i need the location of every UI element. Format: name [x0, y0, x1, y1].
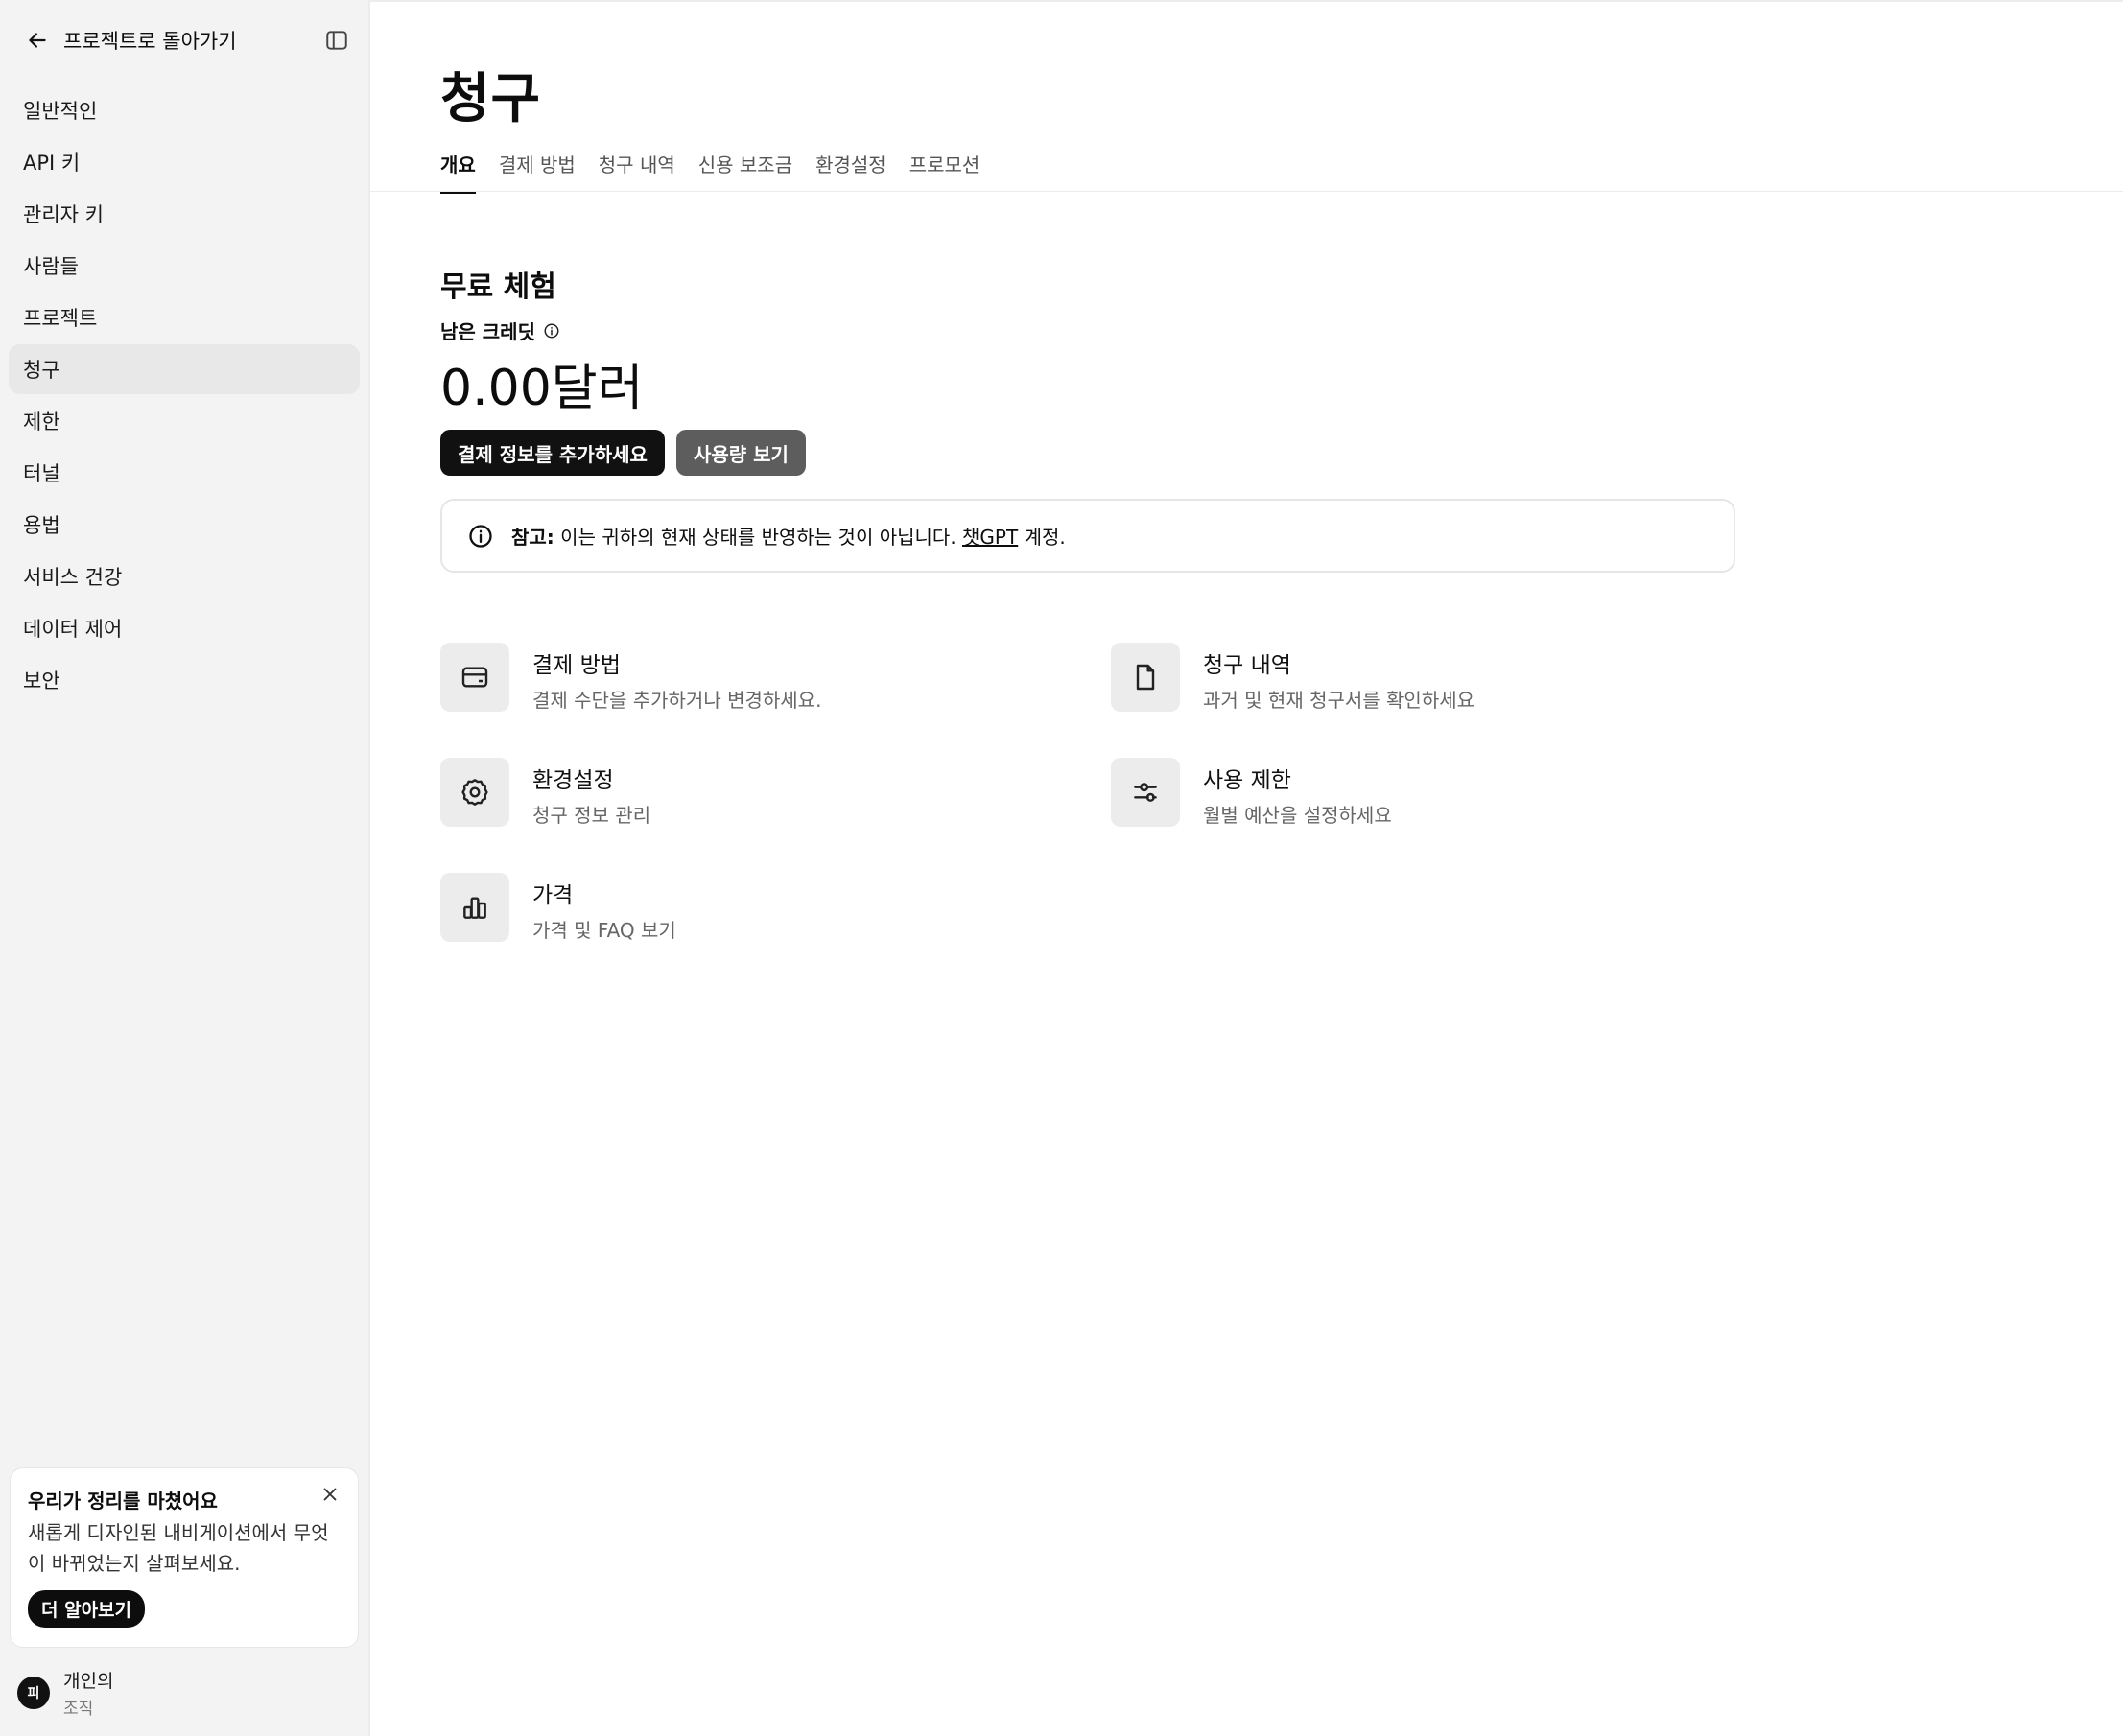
- card-desc: 월별 예산을 설정하세요: [1203, 804, 1392, 827]
- close-icon: [323, 1488, 337, 1501]
- organization-switcher[interactable]: 피 개인의 조직: [17, 1667, 113, 1719]
- sidebar-item-security[interactable]: 보안: [9, 655, 360, 705]
- notice-bold: 참고:: [511, 526, 554, 549]
- view-usage-button[interactable]: 사용량 보기: [675, 430, 806, 476]
- collapse-sidebar-button[interactable]: [322, 26, 351, 55]
- card-desc: 과거 및 현재 청구서를 확인하세요: [1203, 689, 1475, 712]
- card-desc: 가격 및 FAQ 보기: [532, 919, 676, 942]
- avatar: 피: [17, 1677, 50, 1709]
- card-icon-wrap: [440, 643, 509, 712]
- card-billing-history[interactable]: 청구 내역 과거 및 현재 청구서를 확인하세요: [1111, 643, 1474, 713]
- tab-credit-grants[interactable]: 신용 보조금: [698, 150, 792, 194]
- learn-more-button[interactable]: 더 알아보기: [28, 1590, 146, 1628]
- bar-chart-icon: [463, 897, 486, 919]
- add-payment-details-button[interactable]: 결제 정보를 추가하세요: [440, 430, 665, 476]
- page-title: 청구: [440, 68, 542, 130]
- card-preferences[interactable]: 환경설정 청구 정보 관리: [440, 758, 650, 828]
- sidebar: 프로젝트로 돌아가기 일반적인 API 키 관리자 키 사람들 프로젝트 청구 …: [0, 0, 370, 1736]
- tabs-divider: [370, 191, 2123, 192]
- sidebar-item-billing[interactable]: 청구: [9, 344, 360, 394]
- plan-title: 무료 체험: [440, 270, 556, 304]
- card-pricing[interactable]: 가격 가격 및 FAQ 보기: [440, 873, 676, 943]
- sidebar-item-projects[interactable]: 프로젝트: [9, 293, 360, 342]
- info-circle-icon: [469, 524, 492, 548]
- promo-title: 우리가 정리를 마쳤어요: [28, 1490, 218, 1513]
- notice-body: 이는 귀하의 현재 상태를 반영하는 것이 아닙니다.: [554, 526, 963, 549]
- tab-billing-history[interactable]: 청구 내역: [599, 150, 675, 194]
- sidebar-item-limits[interactable]: 제한: [9, 396, 360, 446]
- org-name: 개인의: [63, 1671, 114, 1692]
- org-type: 조직: [63, 1700, 94, 1719]
- card-title: 청구 내역: [1203, 653, 1291, 678]
- gear-icon: [461, 779, 488, 806]
- sidebar-item-usage[interactable]: 용법: [9, 500, 360, 550]
- sidebar-item-api-keys[interactable]: API 키: [9, 137, 360, 187]
- promo-text: 새롭게 디자인된 내비게이션에서 무엇이 바뀌었는지 살펴보세요.: [28, 1521, 329, 1575]
- chatgpt-link[interactable]: 챗GPT: [962, 526, 1018, 549]
- card-title: 사용 제한: [1203, 768, 1291, 793]
- card-desc: 청구 정보 관리: [532, 804, 651, 827]
- sidebar-toggle-icon: [326, 31, 347, 50]
- card-payment-methods[interactable]: 결제 방법 결제 수단을 추가하거나 변경하세요.: [440, 643, 821, 713]
- sidebar-item-tunnels[interactable]: 터널: [9, 448, 360, 498]
- notice-suffix: 계정.: [1018, 526, 1066, 549]
- billing-actions: 결제 정보를 추가하세요 사용량 보기: [440, 430, 806, 476]
- card-usage-limits[interactable]: 사용 제한 월별 예산을 설정하세요: [1111, 758, 1392, 828]
- credit-card-icon: [461, 667, 488, 688]
- navigation-promo-card: 우리가 정리를 마쳤어요 새롭게 디자인된 내비게이션에서 무엇이 바뀌었는지 …: [10, 1467, 359, 1648]
- card-title: 가격: [532, 883, 574, 908]
- card-title: 결제 방법: [532, 653, 621, 678]
- info-icon[interactable]: [543, 322, 560, 340]
- document-icon: [1136, 664, 1155, 691]
- sidebar-item-general[interactable]: 일반적인: [9, 85, 360, 135]
- sidebar-item-people[interactable]: 사람들: [9, 241, 360, 291]
- sidebar-item-data-controls[interactable]: 데이터 제어: [9, 603, 360, 653]
- card-icon-wrap: [1111, 643, 1180, 712]
- billing-tabs: 개요 결제 방법 청구 내역 신용 보조금 환경설정 프로모션: [440, 150, 979, 194]
- sliders-icon: [1134, 783, 1157, 802]
- top-divider: [370, 0, 2123, 2]
- tab-promotions[interactable]: 프로모션: [909, 150, 980, 194]
- card-desc: 결제 수단을 추가하거나 변경하세요.: [532, 689, 822, 712]
- sidebar-header: 프로젝트로 돌아가기: [25, 23, 351, 58]
- tab-payment-methods[interactable]: 결제 방법: [499, 150, 576, 194]
- credit-label-text: 남은 크레딧: [440, 320, 535, 343]
- back-to-projects-button[interactable]: 프로젝트로 돌아가기: [25, 26, 237, 55]
- tab-preferences[interactable]: 환경설정: [815, 150, 886, 194]
- credit-label: 남은 크레딧: [440, 317, 560, 344]
- promo-close-button[interactable]: [319, 1484, 341, 1505]
- sidebar-nav: 일반적인 API 키 관리자 키 사람들 프로젝트 청구 제한 터널 용법 서비…: [9, 85, 360, 707]
- back-label: 프로젝트로 돌아가기: [63, 30, 237, 53]
- card-title: 환경설정: [532, 768, 614, 793]
- card-icon-wrap: [1111, 758, 1180, 827]
- notice-banner: 참고: 이는 귀하의 현재 상태를 반영하는 것이 아닙니다. 챗GPT 계정.: [440, 499, 1735, 573]
- sidebar-item-admin-keys[interactable]: 관리자 키: [9, 189, 360, 239]
- notice-text: 참고: 이는 귀하의 현재 상태를 반영하는 것이 아닙니다. 챗GPT 계정.: [511, 522, 1066, 550]
- card-icon-wrap: [440, 758, 509, 827]
- tab-overview[interactable]: 개요: [440, 150, 476, 194]
- credit-balance: 0.00달러: [440, 360, 644, 417]
- arrow-left-icon: [29, 33, 46, 48]
- sidebar-item-service-health[interactable]: 서비스 건강: [9, 551, 360, 601]
- card-icon-wrap: [440, 873, 509, 942]
